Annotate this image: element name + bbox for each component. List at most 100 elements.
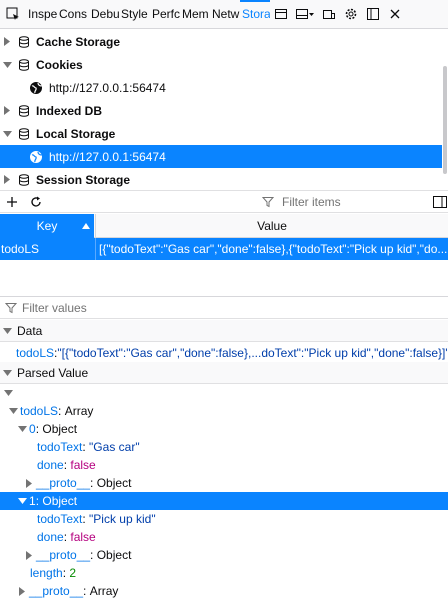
tab-cons[interactable]: Cons	[57, 0, 89, 29]
cell-key[interactable]: todoLS	[0, 238, 94, 260]
node-key: todoText	[37, 440, 83, 454]
tab-netw[interactable]: Netw	[210, 0, 240, 29]
chevron-down-icon	[3, 326, 13, 336]
node-string-value: "Gas car"	[89, 440, 140, 454]
node-key: todoLS	[20, 404, 59, 418]
chevron-right-icon	[17, 586, 27, 596]
tab-label: Style	[121, 7, 148, 21]
node-type: Object	[96, 548, 132, 562]
tab-debu[interactable]: Debu	[89, 0, 119, 29]
chevron-right-icon	[2, 37, 12, 47]
database-icon	[18, 104, 30, 117]
table-toolbar: Filter items	[0, 190, 448, 213]
database-icon	[18, 173, 30, 186]
column-header-key[interactable]: Key	[0, 214, 94, 238]
tree-leaf-done: done: false	[37, 530, 96, 544]
data-value: "[{"todoText":"Gas car","done":false},..…	[57, 346, 448, 360]
chevron-down-icon	[3, 368, 13, 378]
tab-label: Debu	[91, 7, 119, 21]
tree-item-storage[interactable]: Indexed DB	[0, 99, 442, 122]
cell-value[interactable]: [{"todoText":"Gas car","done":false},{"t…	[95, 238, 448, 260]
parsed-section-header[interactable]: Parsed Value	[0, 362, 448, 384]
chevron-down-icon	[2, 129, 12, 139]
element-picker-icon[interactable]	[0, 0, 26, 29]
dock-options-icon[interactable]	[270, 0, 292, 29]
tree-leaf-todotext: todoText: "Gas car"	[37, 440, 140, 454]
database-icon	[18, 35, 30, 48]
chevron-right-icon	[24, 478, 34, 488]
node-type: Array	[64, 404, 94, 418]
node-number-value: 2	[69, 566, 77, 580]
split-console-icon[interactable]	[292, 0, 318, 29]
settings-gear-icon[interactable]	[340, 0, 362, 29]
tab-stora[interactable]: Stora	[240, 0, 270, 29]
tree-item-label: Local Storage	[36, 126, 116, 141]
tree-leaf-length: length: 2	[30, 566, 77, 580]
responsive-design-icon[interactable]	[318, 0, 340, 29]
node-key: 1	[29, 494, 36, 508]
tree-node-proto[interactable]: __proto__: Object	[0, 546, 448, 564]
globe-icon	[29, 150, 43, 164]
parsed-section-label: Parsed Value	[17, 365, 89, 380]
chevron-down-icon	[17, 496, 27, 506]
node-bool-value: false	[70, 458, 96, 472]
tab-label: Cons	[59, 7, 88, 21]
tab-style[interactable]: Style	[119, 0, 150, 29]
chevron-right-icon	[24, 550, 34, 560]
close-icon[interactable]	[384, 0, 406, 29]
sort-ascending-icon	[82, 223, 90, 229]
refresh-button[interactable]	[24, 191, 48, 212]
tree-node-item-1[interactable]: 1: Object	[0, 492, 448, 510]
column-key-label: Key	[36, 219, 58, 233]
data-key: todoLS	[16, 346, 55, 360]
node-bool-value: false	[70, 530, 96, 544]
chevron-right-icon	[2, 106, 12, 116]
tree-node-todols[interactable]: todoLS: Array	[0, 402, 448, 420]
tree-item-storage[interactable]: Local Storage	[0, 122, 442, 145]
table-header: Key Value	[0, 214, 448, 238]
filter-items-placeholder: Filter items	[282, 195, 341, 209]
node-key: length	[30, 566, 63, 580]
node-key: __proto__	[29, 584, 84, 598]
add-item-button[interactable]	[0, 191, 24, 212]
database-icon	[18, 58, 30, 71]
tree-item-label: http://127.0.0.1:56474	[49, 149, 166, 164]
dock-bottom-icon[interactable]	[362, 0, 384, 29]
sidebar-toggle-icon[interactable]	[432, 191, 448, 212]
tree-item-label: Session Storage	[36, 172, 131, 187]
tab-label: Mem	[182, 7, 209, 21]
tab-mem[interactable]: Mem	[180, 0, 210, 29]
tab-inspe[interactable]: Inspe	[26, 0, 57, 29]
tree-item-storage[interactable]: Session Storage	[0, 168, 442, 191]
tree-node-item-0[interactable]: 0: Object	[0, 420, 448, 438]
data-section-header[interactable]: Data	[0, 320, 448, 342]
node-key: done	[37, 458, 64, 472]
tree-leaf-todotext: todoText: "Pick up kid"	[37, 512, 156, 526]
tree-item-label: Cache Storage	[36, 34, 121, 49]
node-key: __proto__	[36, 548, 91, 562]
tree-node-proto-array[interactable]: __proto__: Array	[0, 582, 448, 600]
tab-label: Stora	[242, 7, 270, 21]
node-key: __proto__	[36, 476, 91, 490]
tree-item-host[interactable]: http://127.0.0.1:56474	[0, 76, 442, 99]
tree-node-proto[interactable]: __proto__: Object	[0, 474, 448, 492]
data-section-label: Data	[17, 323, 43, 338]
table-row[interactable]: todoLS [{"todoText":"Gas car","done":fal…	[0, 238, 448, 260]
tree-item-storage[interactable]: Cache Storage	[0, 30, 442, 53]
tree-item-label: Indexed DB	[36, 103, 103, 118]
globe-icon	[29, 81, 43, 95]
filter-items-input[interactable]: Filter items	[260, 192, 432, 212]
chevron-down-icon	[2, 60, 12, 70]
tree-scrollbar[interactable]	[443, 66, 447, 174]
tree-item-storage[interactable]: Cookies	[0, 53, 442, 76]
node-type: Object	[42, 494, 78, 508]
tab-label: Inspe	[28, 7, 57, 21]
tab-perfc[interactable]: Perfc	[150, 0, 180, 29]
devtools-toolbar: Inspe Cons Debu Style Perfc Mem Netw Stora	[0, 0, 448, 29]
filter-values-input[interactable]: Filter values	[0, 297, 448, 319]
tree-item-host[interactable]: http://127.0.0.1:56474	[0, 145, 442, 168]
column-header-value[interactable]: Value	[95, 214, 448, 238]
node-type: Object	[42, 422, 78, 436]
parsed-root-toggle[interactable]	[0, 384, 448, 402]
tree-item-label: http://127.0.0.1:56474	[49, 80, 166, 95]
